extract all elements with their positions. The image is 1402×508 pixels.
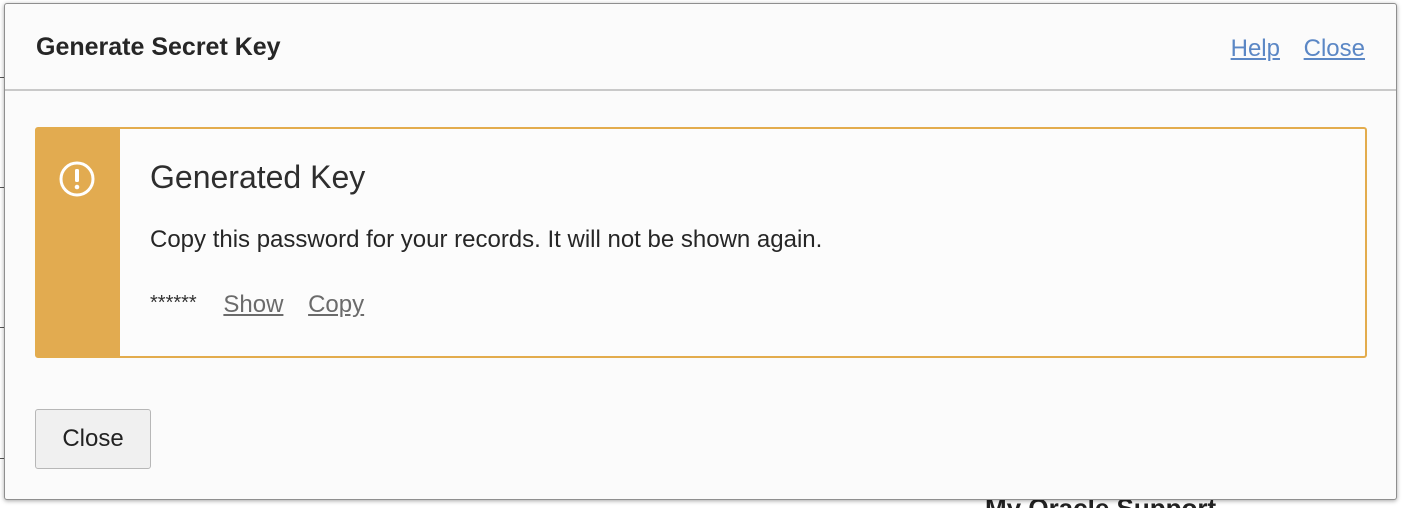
close-button[interactable]: Close bbox=[35, 409, 151, 469]
key-row: ****** Show Copy bbox=[150, 291, 382, 319]
alert-circle-icon bbox=[59, 161, 95, 197]
notice-message: Copy this password for your records. It … bbox=[150, 226, 823, 253]
generated-key-notice: Generated Key Copy this password for you… bbox=[35, 127, 1367, 358]
generate-secret-key-dialog: Generate Secret Key Help Close Generated… bbox=[4, 3, 1397, 500]
show-key-link[interactable]: Show bbox=[223, 291, 283, 318]
notice-title: Generated Key bbox=[150, 159, 366, 195]
notice-stripe bbox=[37, 129, 120, 356]
copy-key-link[interactable]: Copy bbox=[308, 291, 364, 318]
header-links: Help Close bbox=[1214, 35, 1365, 63]
help-link[interactable]: Help bbox=[1231, 35, 1280, 62]
page: My Oracle Support Generate Secret Key He… bbox=[0, 0, 1402, 508]
header-close-link[interactable]: Close bbox=[1304, 35, 1365, 62]
masked-key: ****** bbox=[150, 292, 197, 314]
dialog-header: Generate Secret Key Help Close bbox=[5, 4, 1396, 91]
dialog-title: Generate Secret Key bbox=[36, 33, 281, 61]
